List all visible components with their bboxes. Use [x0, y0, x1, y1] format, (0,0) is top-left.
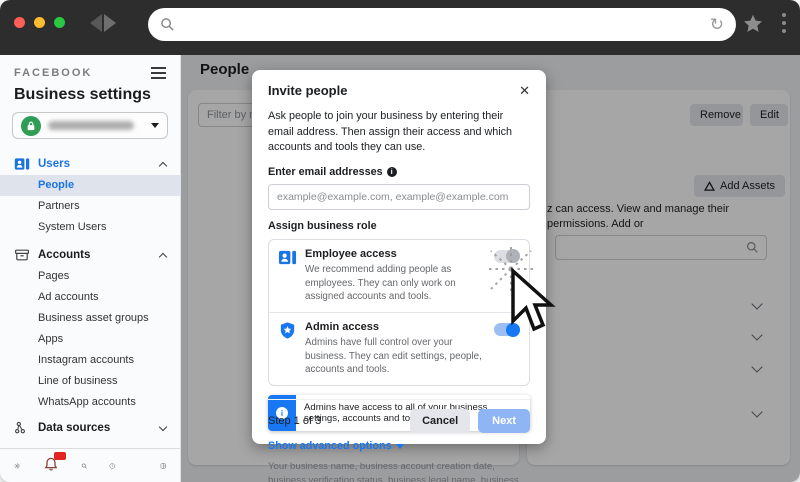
- sidebar: FACEBOOK Business settings Users People …: [0, 55, 181, 482]
- chevron-down-icon: [151, 123, 159, 128]
- sidebar-section-label: Data sources: [38, 422, 111, 434]
- sidebar-section-users[interactable]: Users: [0, 153, 180, 175]
- facebook-logo: FACEBOOK: [14, 67, 93, 79]
- modal-description: Ask people to join your business by ente…: [268, 110, 513, 154]
- bookmark-star-icon[interactable]: [742, 13, 764, 40]
- sidebar-item-whatsapp-accounts[interactable]: WhatsApp accounts: [0, 392, 180, 413]
- sidebar-section-accounts[interactable]: Accounts: [0, 244, 180, 266]
- business-name-redacted: [48, 121, 134, 130]
- help-icon[interactable]: ?: [109, 458, 116, 474]
- users-icon: [14, 158, 30, 170]
- notifications-bell-icon[interactable]: [43, 452, 66, 475]
- sidebar-item-pages[interactable]: Pages: [0, 266, 180, 287]
- sidebar-item-system-users[interactable]: System Users: [0, 217, 180, 238]
- sidebar-item-people[interactable]: People: [0, 175, 180, 196]
- browser-menu-icon[interactable]: [782, 13, 786, 33]
- back-icon[interactable]: [90, 14, 102, 32]
- sidebar-title: Business settings: [14, 86, 151, 103]
- address-bar[interactable]: ↻: [148, 8, 736, 41]
- admin-access-option[interactable]: Admin access Admins have full control ov…: [269, 312, 529, 385]
- sidebar-section-label: Users: [38, 158, 70, 170]
- admin-access-toggle[interactable]: [494, 322, 520, 337]
- sidebar-section-data-sources[interactable]: Data sources: [0, 417, 180, 439]
- email-addresses-input[interactable]: [268, 183, 530, 210]
- role-options: Employee access We recommend adding peop…: [268, 238, 530, 387]
- cancel-button[interactable]: Cancel: [410, 409, 471, 433]
- admin-shield-icon: [280, 322, 295, 339]
- lock-icon: [27, 121, 35, 130]
- collapse-panel-icon[interactable]: [160, 458, 167, 474]
- close-icon[interactable]: ✕: [519, 84, 530, 97]
- info-icon: i: [386, 166, 397, 177]
- settings-gear-icon[interactable]: [14, 458, 21, 474]
- employee-access-option[interactable]: Employee access We recommend adding peop…: [269, 240, 529, 312]
- role-label: Assign business role: [268, 219, 377, 232]
- hamburger-menu-icon[interactable]: [151, 67, 166, 79]
- role-description: Admins have full control over your busin…: [305, 337, 482, 376]
- role-description: We recommend adding people as employees.…: [305, 263, 456, 303]
- business-selector[interactable]: [12, 112, 168, 139]
- main-content: People Remove Edit Add Assets z can acce…: [181, 55, 800, 482]
- chevron-down-icon: [395, 443, 404, 449]
- sidebar-item-ad-accounts[interactable]: Ad accounts: [0, 287, 180, 308]
- invite-people-modal: Invite people ✕ Ask people to join your …: [252, 70, 546, 482]
- sidebar-item-line-of-business[interactable]: Line of business: [0, 371, 180, 392]
- step-indicator: Step 1 of 3: [268, 415, 322, 427]
- forward-icon[interactable]: [104, 14, 116, 32]
- next-button[interactable]: Next: [478, 409, 530, 433]
- search-icon: [161, 18, 174, 31]
- email-label: Enter email addresses: [268, 165, 383, 178]
- sidebar-item-partners[interactable]: Partners: [0, 196, 180, 217]
- chevron-up-icon: [158, 252, 168, 261]
- sidebar-item-instagram-accounts[interactable]: Instagram accounts: [0, 350, 180, 371]
- close-window-button[interactable]: [14, 17, 25, 28]
- minimize-window-button[interactable]: [34, 17, 45, 28]
- disclosure-text: Your business name, business account cre…: [268, 461, 519, 482]
- sidebar-section-label: Accounts: [38, 249, 91, 261]
- employee-badge-icon: [278, 250, 297, 265]
- chevron-down-icon: [158, 422, 168, 432]
- sidebar-item-apps[interactable]: Apps: [0, 329, 180, 350]
- notification-badge: [53, 452, 66, 460]
- role-title: Admin access: [305, 321, 379, 334]
- search-icon[interactable]: [81, 458, 88, 474]
- accounts-box-icon: [15, 249, 29, 261]
- svg-text:?: ?: [111, 464, 113, 468]
- business-avatar: [21, 115, 41, 136]
- refresh-icon[interactable]: ↻: [710, 16, 724, 33]
- browser-chrome: ↻: [0, 0, 800, 55]
- chevron-up-icon: [158, 161, 168, 170]
- data-sources-icon: [15, 421, 25, 434]
- sidebar-item-business-asset-groups[interactable]: Business asset groups: [0, 308, 180, 329]
- employee-access-toggle[interactable]: [494, 249, 520, 264]
- modal-title: Invite people: [268, 83, 348, 98]
- show-advanced-options-link[interactable]: Show advanced options: [268, 440, 530, 452]
- browser-window: ↻ FACEBOOK Business settings Users Peopl…: [0, 0, 800, 482]
- role-title: Employee access: [305, 247, 397, 260]
- zoom-window-button[interactable]: [54, 17, 65, 28]
- advanced-link-label: Show advanced options: [268, 440, 392, 453]
